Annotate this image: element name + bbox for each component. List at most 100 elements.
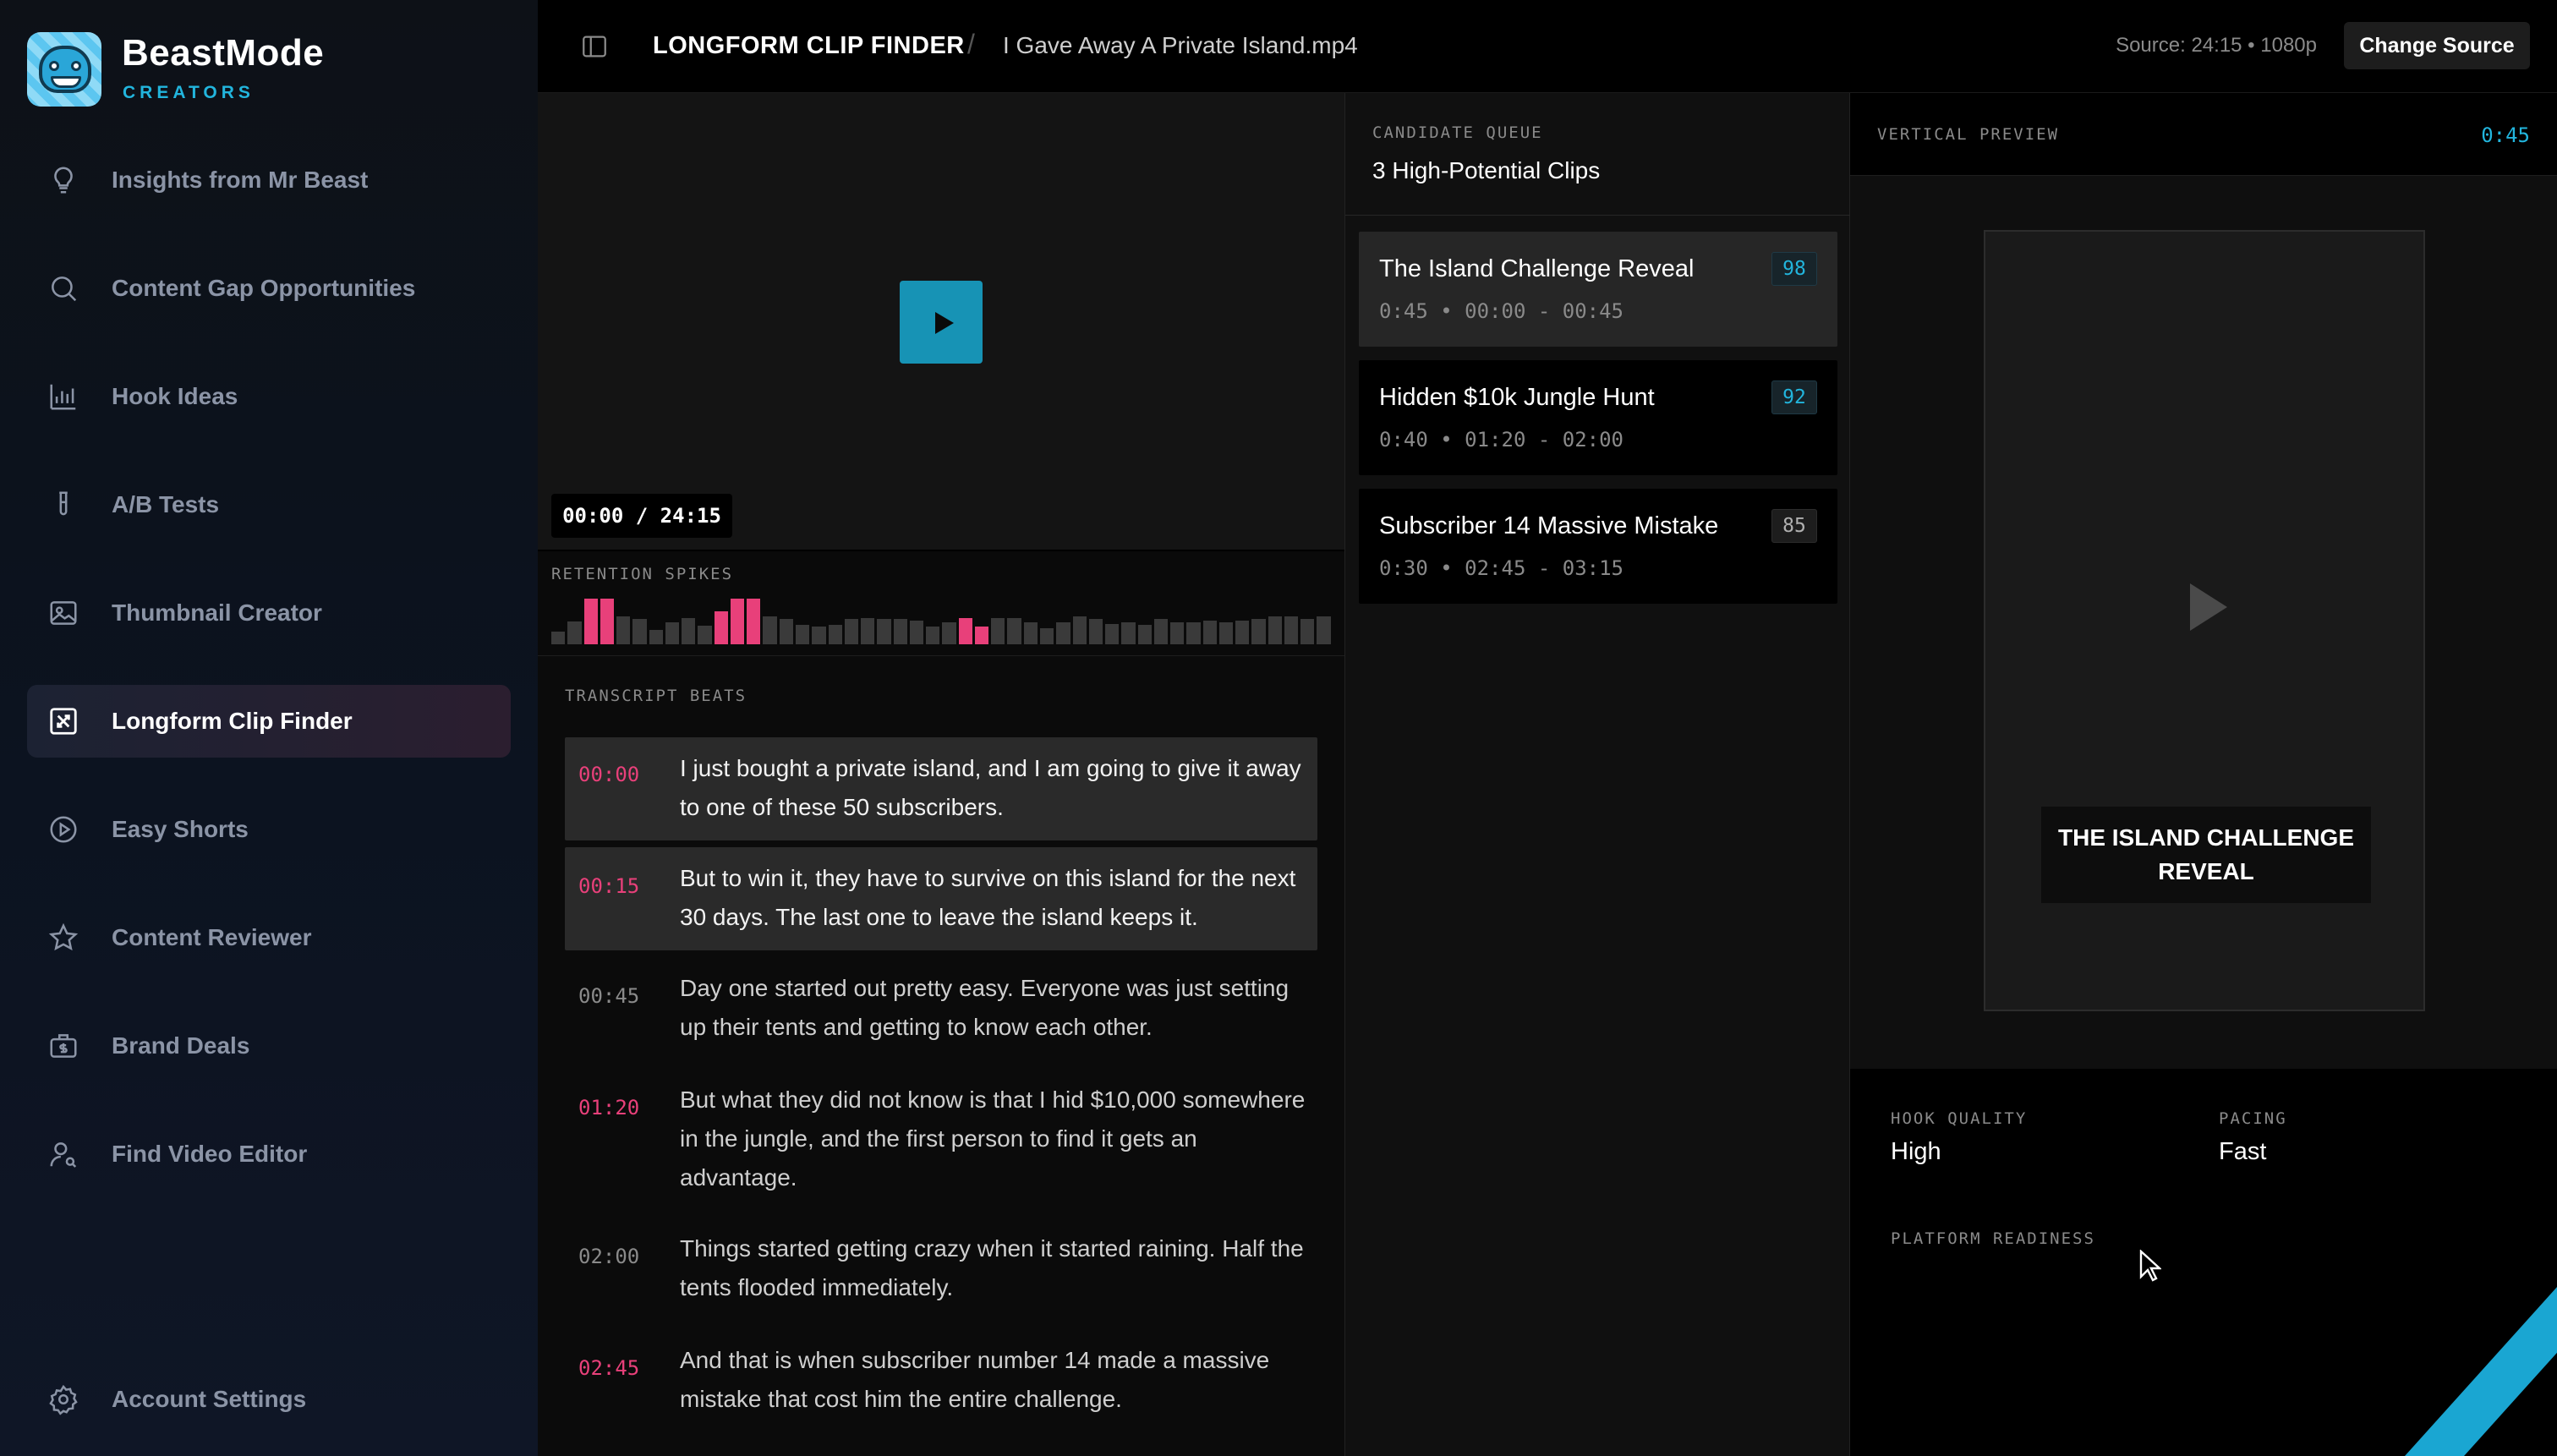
retention-bar bbox=[698, 626, 712, 644]
retention-bar bbox=[991, 617, 1005, 644]
retention-bar bbox=[828, 625, 842, 644]
sidebar-item-easy-shorts[interactable]: Easy Shorts bbox=[27, 793, 511, 866]
beat-text: But to win it, they have to survive on t… bbox=[680, 865, 1296, 930]
retention-bars[interactable] bbox=[551, 599, 1331, 644]
clip-card[interactable]: The Island Challenge Reveal 0:45 • 00:00… bbox=[1359, 232, 1837, 347]
sidebar-item-content-reviewer[interactable]: Content Reviewer bbox=[27, 901, 511, 974]
clip-title: Hidden $10k Jungle Hunt bbox=[1379, 384, 1655, 411]
retention-spike-bar bbox=[714, 611, 728, 644]
sidebar-item-account-settings[interactable]: Account Settings bbox=[27, 1363, 511, 1436]
mouse-cursor-icon bbox=[2139, 1250, 2161, 1282]
transcript-panel: TRANSCRIPT BEATS 00:00 I just bought a p… bbox=[538, 656, 1344, 1456]
preview-header: VERTICAL PREVIEW 0:45 bbox=[1850, 93, 2557, 176]
metric-value: High bbox=[1891, 1138, 1941, 1165]
clip-score-badge: 85 bbox=[1771, 509, 1817, 543]
sidebar-item-hook-ideas[interactable]: Hook Ideas bbox=[27, 360, 511, 433]
beat-timestamp: 02:45 bbox=[578, 1356, 640, 1380]
sidebar-item-label: Find Video Editor bbox=[112, 1141, 308, 1167]
sidebar-item-content-gap[interactable]: Content Gap Opportunities bbox=[27, 252, 511, 325]
retention-bar bbox=[877, 619, 891, 644]
transcript-beat[interactable]: 01:20 But what they did not know is that… bbox=[565, 1069, 1317, 1207]
retention-bar bbox=[1153, 619, 1169, 644]
retention-spike-bar bbox=[600, 599, 615, 644]
retention-bar bbox=[1300, 619, 1315, 644]
hook-quality-metric: HOOK QUALITY High bbox=[1891, 1109, 2027, 1166]
change-source-button[interactable]: Change Source bbox=[2344, 22, 2530, 69]
queue-title: 3 High-Potential Clips bbox=[1372, 157, 1601, 183]
transcript-beat[interactable]: 00:45 Day one started out pretty easy. E… bbox=[565, 957, 1317, 1060]
preview-duration: 0:45 bbox=[2481, 123, 2530, 147]
retention-spike-bar bbox=[730, 599, 745, 644]
clip-card[interactable]: Hidden $10k Jungle Hunt 0:40 • 01:20 - 0… bbox=[1359, 360, 1837, 475]
clip-title: Subscriber 14 Massive Mistake bbox=[1379, 512, 1719, 539]
retention-bar bbox=[1039, 628, 1054, 644]
retention-bar bbox=[551, 631, 566, 644]
metric-label: PACING bbox=[2219, 1109, 2287, 1128]
sidebar: BeastMode CREATORS Insights from Mr Beas… bbox=[0, 0, 538, 1456]
beastmode-logo[interactable] bbox=[27, 32, 101, 107]
retention-bar bbox=[861, 617, 875, 644]
metric-label: HOOK QUALITY bbox=[1891, 1109, 2028, 1128]
play-button[interactable] bbox=[900, 281, 983, 364]
sidebar-item-brand-deals[interactable]: Brand Deals bbox=[27, 1010, 511, 1082]
transcript-beat[interactable]: 00:15 But to win it, they have to surviv… bbox=[565, 847, 1317, 950]
sidebar-item-label: Longform Clip Finder bbox=[112, 708, 353, 734]
retention-bar bbox=[795, 625, 810, 644]
top-header: LONGFORM CLIP FINDER / I Gave Away A Pri… bbox=[538, 0, 2557, 93]
transcript-beat[interactable]: 00:00 I just bought a private island, an… bbox=[565, 737, 1317, 840]
retention-bar bbox=[1105, 623, 1120, 644]
sidebar-item-insights[interactable]: Insights from Mr Beast bbox=[27, 144, 511, 216]
beat-text: Things started getting crazy when it sta… bbox=[680, 1235, 1304, 1300]
transcript-beat[interactable]: 02:45 And that is when subscriber number… bbox=[565, 1329, 1317, 1432]
sidebar-item-ab-tests[interactable]: A/B Tests bbox=[27, 468, 511, 541]
retention-bar bbox=[1170, 622, 1185, 644]
retention-bar bbox=[567, 621, 582, 644]
sidebar-item-find-video-editor[interactable]: Find Video Editor bbox=[27, 1118, 511, 1191]
transcript-label: TRANSCRIPT BEATS bbox=[565, 687, 747, 705]
beat-timestamp: 00:45 bbox=[578, 984, 640, 1008]
retention-bar bbox=[1218, 622, 1234, 644]
play-icon[interactable] bbox=[2190, 583, 2227, 631]
clip-card[interactable]: Subscriber 14 Massive Mistake 0:30 • 02:… bbox=[1359, 489, 1837, 604]
breadcrumb-file-name: I Gave Away A Private Island.mp4 bbox=[1003, 32, 1358, 58]
search-icon bbox=[47, 272, 79, 304]
sidebar-item-longform-clip-finder[interactable]: Longform Clip Finder bbox=[27, 685, 511, 758]
user-search-icon bbox=[47, 1138, 79, 1170]
shuffle-icon bbox=[47, 705, 79, 737]
retention-bar bbox=[1317, 616, 1331, 644]
candidate-queue: CANDIDATE QUEUE 3 High-Potential Clips T… bbox=[1344, 93, 1851, 1456]
retention-bar bbox=[1137, 625, 1152, 644]
preview-label: VERTICAL PREVIEW bbox=[1877, 125, 2060, 144]
sidebar-item-label: Thumbnail Creator bbox=[112, 599, 322, 626]
retention-spike-bar bbox=[974, 627, 989, 644]
video-player[interactable]: 00:00 / 24:15 bbox=[538, 93, 1344, 550]
sidebar-item-label: Insights from Mr Beast bbox=[112, 167, 369, 193]
metric-value: Fast bbox=[2219, 1138, 2267, 1165]
retention-label: RETENTION SPIKES bbox=[551, 565, 734, 583]
beat-text: But what they did not know is that I hid… bbox=[680, 1087, 1306, 1191]
breadcrumb-separator: / bbox=[967, 29, 975, 59]
retention-bar bbox=[1186, 622, 1201, 644]
vertical-video-frame[interactable]: THE ISLAND CHALLENGE REVEAL bbox=[1984, 230, 2425, 1011]
lightbulb-icon bbox=[47, 164, 79, 196]
retention-bar bbox=[1268, 616, 1282, 644]
image-icon bbox=[47, 597, 79, 629]
briefcase-dollar-icon bbox=[47, 1030, 79, 1062]
queue-label: CANDIDATE QUEUE bbox=[1372, 123, 1543, 142]
retention-bar bbox=[632, 619, 647, 644]
clip-title: The Island Challenge Reveal bbox=[1379, 255, 1695, 282]
sidebar-item-thumbnail-creator[interactable]: Thumbnail Creator bbox=[27, 577, 511, 649]
beat-text: Day one started out pretty easy. Everyon… bbox=[680, 975, 1289, 1040]
retention-bar bbox=[1072, 616, 1087, 644]
transcript-beat[interactable]: 02:00 Things started getting crazy when … bbox=[565, 1218, 1317, 1321]
retention-bar bbox=[926, 627, 940, 644]
retention-bar bbox=[893, 619, 907, 644]
caption-overlay: THE ISLAND CHALLENGE REVEAL bbox=[2041, 807, 2371, 903]
clip-score-badge: 98 bbox=[1771, 252, 1817, 286]
clip-score-badge: 92 bbox=[1771, 380, 1817, 414]
retention-bar bbox=[844, 619, 859, 644]
play-circle-icon bbox=[47, 813, 79, 846]
sidebar-toggle-icon[interactable] bbox=[580, 32, 609, 61]
beat-timestamp: 02:00 bbox=[578, 1245, 640, 1268]
vertical-preview-panel: VERTICAL PREVIEW 0:45 THE ISLAND CHALLEN… bbox=[1850, 93, 2557, 1456]
